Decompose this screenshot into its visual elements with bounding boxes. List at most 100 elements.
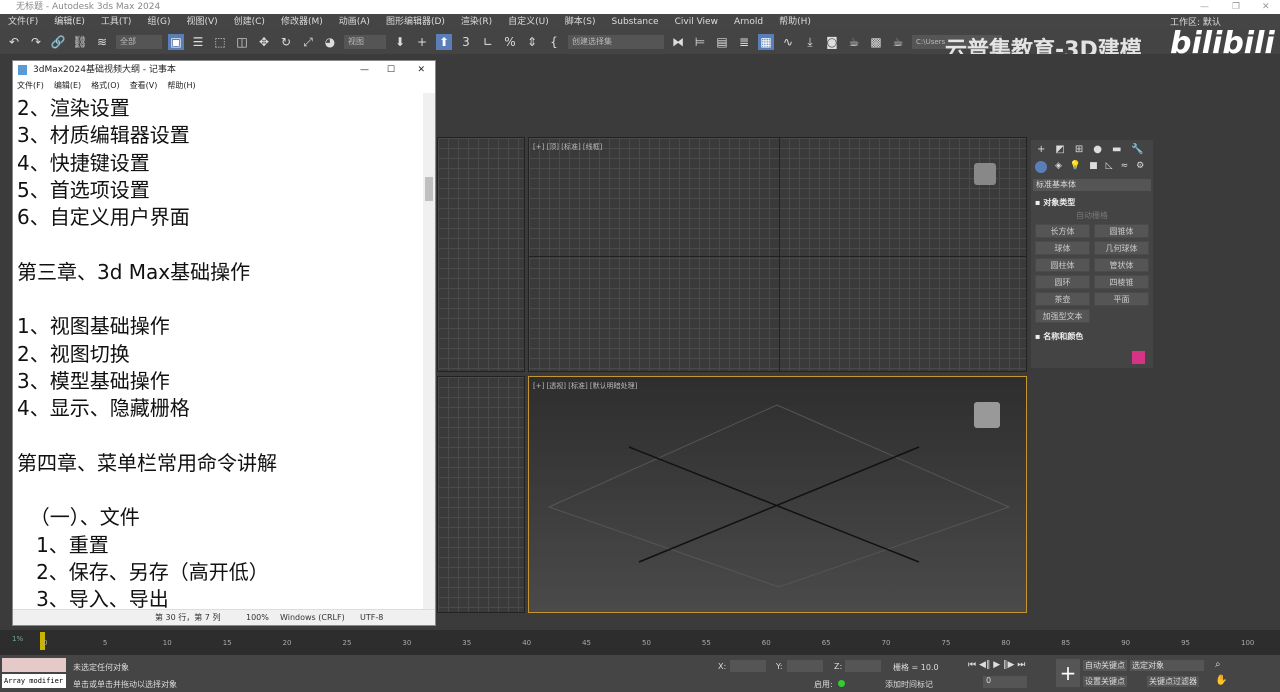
name-color-rollout[interactable]: ▪ 名称和颜色 bbox=[1031, 323, 1153, 344]
x-coord-field[interactable] bbox=[730, 660, 766, 672]
utilities-tab-icon[interactable]: 🔧 bbox=[1131, 144, 1143, 155]
notepad-menu-item[interactable]: 文件(F) bbox=[17, 79, 44, 93]
shapes-icon[interactable]: ◈ bbox=[1055, 161, 1062, 173]
viewport-label[interactable]: [+] [顶] [标准] [线框] bbox=[533, 142, 602, 152]
named-selection-dropdown[interactable]: 创建选择集 bbox=[568, 35, 664, 49]
object-type-button[interactable]: 圆环 bbox=[1035, 275, 1090, 289]
object-type-button[interactable]: 圆锥体 bbox=[1094, 224, 1149, 238]
placement-icon[interactable]: ◕ bbox=[322, 34, 338, 50]
menu-item[interactable]: Arnold bbox=[726, 14, 771, 30]
pan-icon[interactable]: ✋ bbox=[1215, 675, 1227, 686]
menu-item[interactable]: Substance bbox=[604, 14, 667, 30]
select-object-icon[interactable]: ▣ bbox=[168, 34, 184, 50]
object-type-button[interactable]: 茶壶 bbox=[1035, 292, 1090, 306]
rotate-icon[interactable]: ↻ bbox=[278, 34, 294, 50]
edit-named-selection-icon[interactable]: { bbox=[546, 34, 562, 50]
create-key-button[interactable]: + bbox=[1056, 659, 1080, 687]
material-editor-icon[interactable]: ◙ bbox=[824, 34, 840, 50]
rendered-frame-icon[interactable]: ▩ bbox=[868, 34, 884, 50]
display-tab-icon[interactable]: ▬ bbox=[1112, 144, 1121, 155]
window-crossing-icon[interactable]: ◫ bbox=[234, 34, 250, 50]
object-type-button[interactable]: 几何球体 bbox=[1094, 241, 1149, 255]
object-type-button[interactable]: 球体 bbox=[1035, 241, 1090, 255]
object-type-button[interactable]: 四棱锥 bbox=[1094, 275, 1149, 289]
lights-icon[interactable]: 💡 bbox=[1070, 161, 1081, 173]
key-mode-dropdown[interactable]: 选定对象 bbox=[1130, 660, 1204, 671]
layer-icon[interactable]: ▤ bbox=[714, 34, 730, 50]
menu-item[interactable]: 创建(C) bbox=[226, 14, 273, 30]
render-icon[interactable]: ☕ bbox=[890, 34, 906, 50]
playback-controls[interactable]: ⏮ ◀‖ ▶ ‖▶ ⏭ bbox=[968, 660, 1025, 670]
pivot-icon[interactable]: ⬇ bbox=[392, 34, 408, 50]
object-type-rollout[interactable]: ▪ 对象类型 bbox=[1031, 195, 1153, 210]
enable-indicator[interactable] bbox=[838, 680, 845, 687]
notepad-minimize-button[interactable]: — bbox=[360, 61, 369, 79]
align-icon[interactable]: ⊨ bbox=[692, 34, 708, 50]
menu-item[interactable]: Civil View bbox=[667, 14, 726, 30]
viewport-perspective[interactable]: [+] [透视] [标准] [默认明暗处理] bbox=[528, 376, 1027, 613]
undo-icon[interactable]: ↶ bbox=[6, 34, 22, 50]
viewport-left[interactable] bbox=[437, 376, 525, 613]
spacewarps-icon[interactable]: ≈ bbox=[1121, 161, 1129, 173]
select-by-name-icon[interactable]: ☰ bbox=[190, 34, 206, 50]
percent-snap-icon[interactable]: % bbox=[502, 34, 518, 50]
cameras-icon[interactable]: ■ bbox=[1089, 161, 1098, 173]
link-icon[interactable]: 🔗 bbox=[50, 34, 66, 50]
redo-icon[interactable]: ↷ bbox=[28, 34, 44, 50]
primitive-type-dropdown[interactable]: 标准基本体 bbox=[1033, 179, 1151, 191]
y-coord-field[interactable] bbox=[787, 660, 823, 672]
notepad-menu-item[interactable]: 查看(V) bbox=[130, 79, 158, 93]
notepad-close-button[interactable]: ✕ bbox=[417, 61, 425, 79]
object-type-button[interactable]: 圆柱体 bbox=[1035, 258, 1090, 272]
menu-item[interactable]: 编辑(E) bbox=[46, 14, 93, 30]
spinner-snap-icon[interactable]: ⇕ bbox=[524, 34, 540, 50]
helpers-icon[interactable]: ◺ bbox=[1106, 161, 1113, 173]
close-button[interactable]: ✕ bbox=[1262, 0, 1270, 14]
render-setup-icon[interactable]: ☕ bbox=[846, 34, 862, 50]
autogrid-checkbox[interactable]: 自动栅格 bbox=[1031, 210, 1153, 224]
notepad-scrollbar[interactable] bbox=[423, 93, 435, 611]
ref-coord-dropdown[interactable]: 视图 bbox=[344, 35, 386, 49]
restore-button[interactable]: ❐ bbox=[1232, 0, 1240, 14]
scene-explorer-icon[interactable]: ≣ bbox=[736, 34, 752, 50]
selection-filter-dropdown[interactable]: 全部 bbox=[116, 35, 162, 49]
viewcube-icon[interactable] bbox=[974, 163, 996, 185]
object-type-button[interactable]: 加强型文本 bbox=[1035, 309, 1090, 323]
viewport-front[interactable] bbox=[437, 137, 525, 372]
key-filters-button[interactable]: 关键点过滤器 bbox=[1147, 676, 1199, 687]
select-manipulate-icon[interactable]: + bbox=[414, 34, 430, 50]
systems-icon[interactable]: ⚙ bbox=[1136, 161, 1144, 173]
notepad-menu-item[interactable]: 帮助(H) bbox=[167, 79, 195, 93]
move-icon[interactable]: ✥ bbox=[256, 34, 272, 50]
hierarchy-tab-icon[interactable]: ⊞ bbox=[1075, 144, 1083, 155]
current-frame-field[interactable]: 0 bbox=[983, 676, 1027, 688]
object-type-button[interactable]: 管状体 bbox=[1094, 258, 1149, 272]
timeline[interactable]: 1% 0 5 10 15 20 25 30 35 40 45 50 55 60 65 70 75 80 85 90 9… bbox=[0, 630, 1280, 655]
notepad-menu-item[interactable]: 编辑(E) bbox=[54, 79, 81, 93]
viewport-top[interactable]: [+] [顶] [标准] [线框] bbox=[528, 137, 1027, 372]
add-time-tag[interactable]: 添加时间标记 bbox=[885, 679, 933, 690]
scale-icon[interactable]: ⤢ bbox=[300, 34, 316, 50]
notepad-menu-item[interactable]: 格式(O) bbox=[91, 79, 120, 93]
menu-item[interactable]: 修改器(M) bbox=[273, 14, 331, 30]
menu-item[interactable]: 图形编辑器(D) bbox=[378, 14, 453, 30]
snap-3d-icon[interactable]: 3 bbox=[458, 34, 474, 50]
rect-selection-icon[interactable]: ⬚ bbox=[212, 34, 228, 50]
geometry-icon[interactable] bbox=[1035, 161, 1047, 173]
notepad-maximize-button[interactable]: ☐ bbox=[387, 61, 395, 79]
minimize-button[interactable]: — bbox=[1200, 0, 1209, 14]
set-key-button[interactable]: 设置关键点 bbox=[1083, 676, 1127, 687]
keyboard-shortcut-icon[interactable]: ⬆ bbox=[436, 34, 452, 50]
object-type-button[interactable]: 平面 bbox=[1094, 292, 1149, 306]
zoom-icon[interactable]: ⌕ bbox=[1215, 659, 1221, 670]
viewcube-icon[interactable] bbox=[974, 402, 1000, 428]
curve-editor-icon[interactable]: ∿ bbox=[780, 34, 796, 50]
maxscript-listener[interactable] bbox=[2, 658, 66, 672]
object-color-swatch[interactable] bbox=[1132, 351, 1145, 364]
create-tab-icon[interactable]: + bbox=[1037, 144, 1045, 155]
menu-item[interactable]: 工具(T) bbox=[93, 14, 140, 30]
mirror-icon[interactable]: ⧓ bbox=[670, 34, 686, 50]
menu-item[interactable]: 自定义(U) bbox=[500, 14, 557, 30]
angle-snap-icon[interactable]: ∟ bbox=[480, 34, 496, 50]
menu-item[interactable]: 帮助(H) bbox=[771, 14, 819, 30]
